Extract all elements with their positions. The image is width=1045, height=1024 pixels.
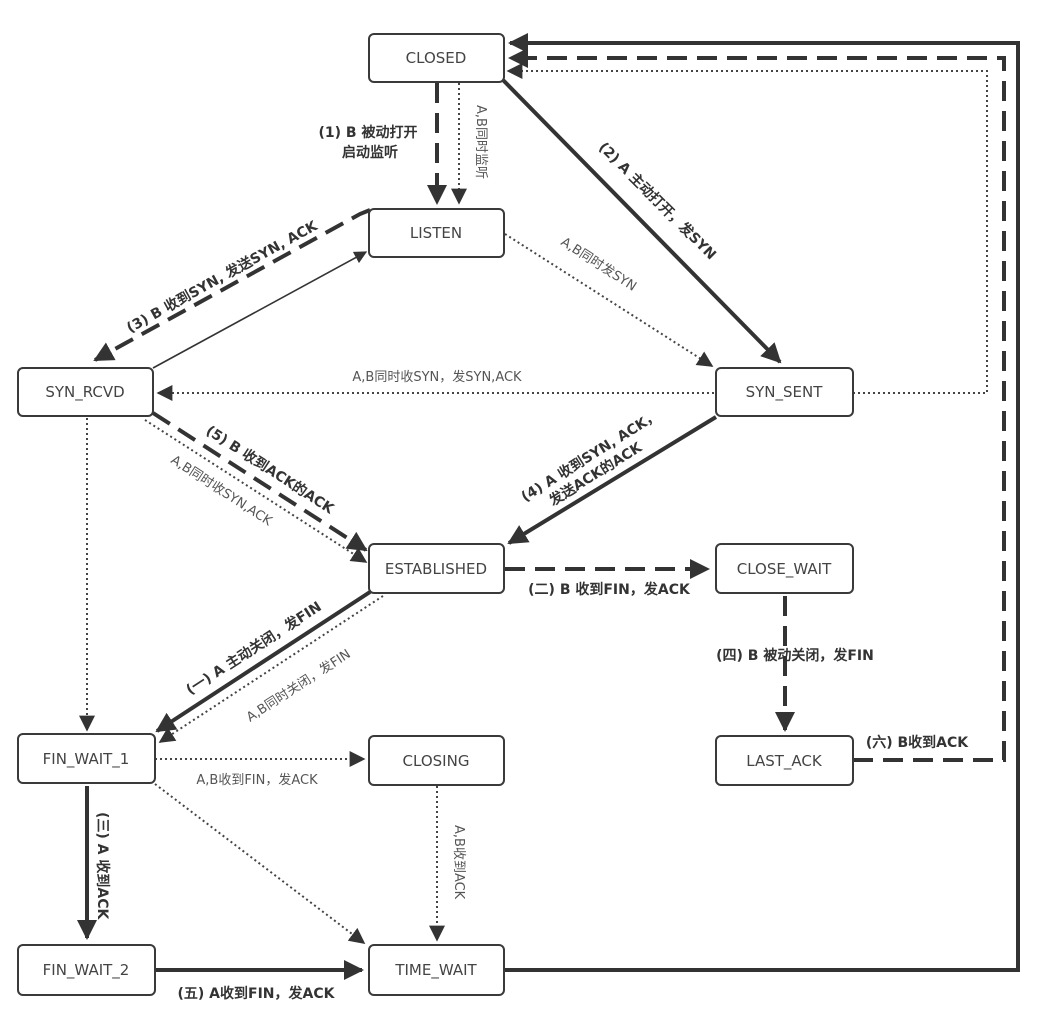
- state-fin-wait-1: FIN_WAIT_1: [17, 733, 156, 784]
- label-listen-synrcvd: (3) B 收到SYN, 发送SYN, ACK: [124, 217, 321, 337]
- state-last-ack: LAST_ACK: [715, 735, 854, 786]
- edge-closed-synsent: [501, 78, 782, 364]
- edge-timewait-closed: [503, 33, 1020, 972]
- state-syn-rcvd: SYN_RCVD: [17, 367, 154, 417]
- state-closed: CLOSED: [368, 33, 505, 83]
- state-time-wait: TIME_WAIT: [368, 944, 505, 996]
- state-close-wait-label: CLOSE_WAIT: [737, 560, 832, 579]
- label-finwait1-closing: A,B收到FIN，发ACK: [196, 772, 318, 788]
- state-last-ack-label: LAST_ACK: [746, 752, 823, 771]
- state-closing-label: CLOSING: [403, 752, 470, 770]
- label-closed-listen-simul: A,B同时监听: [473, 105, 488, 179]
- label-finwait1-finwait2: (三) A 收到ACK: [94, 812, 111, 920]
- state-fin-wait-2-label: FIN_WAIT_2: [43, 961, 130, 980]
- state-close-wait: CLOSE_WAIT: [715, 543, 854, 594]
- state-established: ESTABLISHED: [368, 543, 505, 594]
- edge-listen-synsent-simul: [504, 233, 714, 367]
- edge-synsent-closed-dotted: [506, 63, 988, 394]
- edge-listen-synrcvd: [93, 208, 371, 362]
- state-listen: LISTEN: [368, 208, 505, 258]
- state-established-label: ESTABLISHED: [385, 560, 487, 578]
- label-closed-synsent: (2) A 主动打开，发SYN: [595, 139, 719, 263]
- label-listen-synsent-simul: A,B同时发SYN: [558, 234, 640, 295]
- state-syn-rcvd-label: SYN_RCVD: [45, 383, 124, 402]
- label-synsent-synrcvd-simul: A,B同时收SYN，发SYN,ACK: [352, 369, 522, 385]
- label-closed-listen-1: (1) B 被动打开: [319, 124, 418, 141]
- label-finwait2-timewait: (五) A收到FIN，发ACK: [178, 985, 336, 1002]
- edge-established-finwait1-simul: [158, 595, 384, 743]
- label-lastack-closed: (六) B收到ACK: [866, 734, 969, 751]
- edge-synrcvd-established: [151, 411, 368, 552]
- edge-finwait1-timewait: [154, 783, 366, 944]
- edge-synrcvd-established-simul: [144, 419, 368, 563]
- label-synrcvd-established: (5) B 收到ACK的ACK: [203, 422, 338, 518]
- state-syn-sent: SYN_SENT: [715, 367, 854, 417]
- state-closed-label: CLOSED: [406, 49, 467, 67]
- label-closewait-lastack: (四) B 被动关闭，发FIN: [716, 647, 874, 664]
- state-time-wait-label: TIME_WAIT: [394, 961, 477, 980]
- state-syn-sent-label: SYN_SENT: [746, 383, 824, 402]
- state-listen-label: LISTEN: [410, 224, 462, 242]
- label-established-closewait: (二) B 收到FIN，发ACK: [528, 581, 691, 598]
- state-fin-wait-2: FIN_WAIT_2: [17, 944, 156, 996]
- label-established-finwait1-simul: A,B同时关闭，发FIN: [243, 646, 353, 725]
- label-closing-timewait: A,B收到ACK: [451, 825, 466, 900]
- label-closed-listen-2: 启动监听: [342, 144, 398, 161]
- state-fin-wait-1-label: FIN_WAIT_1: [43, 750, 130, 769]
- tcp-state-diagram: (1) B 被动打开 启动监听 A,B同时监听 (2) A 主动打开，发SYN …: [17, 33, 1020, 1002]
- state-closing: CLOSING: [368, 735, 505, 786]
